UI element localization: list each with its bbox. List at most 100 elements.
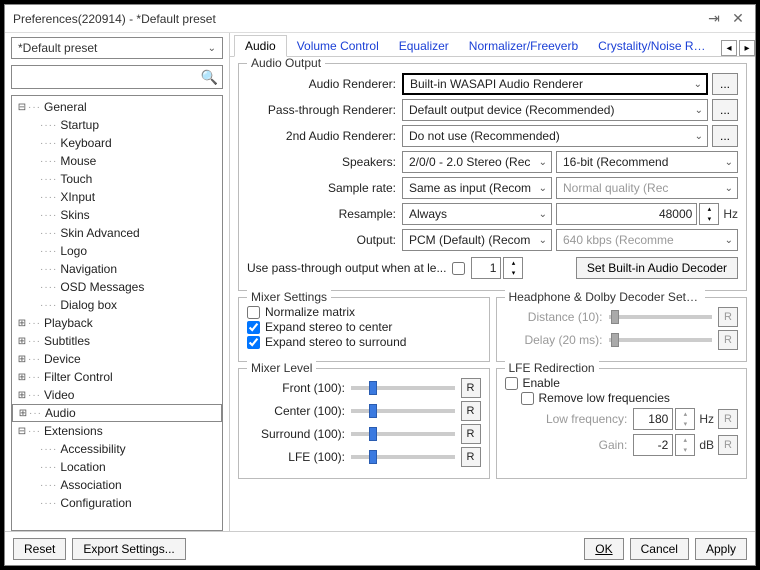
tab-crystality[interactable]: Crystality/Noise Redu	[588, 36, 719, 56]
preset-dropdown[interactable]: *Default preset ⌄	[11, 37, 223, 59]
dropdown-bitdepth[interactable]: 16-bit (Recommend⌄	[556, 151, 738, 173]
step-up-icon[interactable]: ▴	[676, 435, 694, 445]
tree-item[interactable]: ····OSD Messages	[12, 278, 222, 296]
slider-thumb[interactable]	[369, 404, 377, 418]
slider-thumb[interactable]	[611, 333, 619, 347]
dropdown-samplerate[interactable]: Same as input (Recom⌄	[402, 177, 552, 199]
dropdown-output[interactable]: PCM (Default) (Recom⌄	[402, 229, 552, 251]
slider-lfe[interactable]	[351, 455, 455, 459]
tree-item[interactable]: ····XInput	[12, 188, 222, 206]
tree-item[interactable]: ····Touch	[12, 170, 222, 188]
category-tree[interactable]: ⊟···General ····Startup ····Keyboard ···…	[11, 95, 223, 531]
export-button[interactable]: Export Settings...	[72, 538, 185, 560]
renderer-more-button[interactable]: ...	[712, 73, 738, 95]
tree-item[interactable]: ····Configuration	[12, 494, 222, 512]
tab-equalizer[interactable]: Equalizer	[389, 36, 459, 56]
apply-button[interactable]: Apply	[695, 538, 747, 560]
slider-surround[interactable]	[351, 432, 455, 436]
step-up-icon[interactable]: ▴	[700, 204, 718, 214]
chk-remove-low[interactable]: Remove low frequencies	[521, 391, 739, 405]
tree-item-device[interactable]: ⊞···Device	[12, 350, 222, 368]
tab-normalizer[interactable]: Normalizer/Freeverb	[459, 36, 588, 56]
tree-item[interactable]: ····Skin Advanced	[12, 224, 222, 242]
tab-audio[interactable]: Audio	[234, 35, 287, 57]
chk-expand-center[interactable]: Expand stereo to center	[247, 320, 481, 334]
passthrough-checkbox[interactable]	[452, 262, 465, 275]
resample-hz-stepper[interactable]: ▴▾	[699, 203, 719, 225]
dropdown-resample[interactable]: Always⌄	[402, 203, 552, 225]
dropdown-passthrough[interactable]: Default output device (Recommended)⌄	[402, 99, 708, 121]
passthrough-stepper[interactable]: ▴▾	[503, 257, 523, 279]
expand-icon[interactable]: ⊞	[16, 354, 28, 365]
dropdown-bitrate[interactable]: 640 kbps (Recomme⌄	[556, 229, 738, 251]
step-down-icon[interactable]: ▾	[700, 214, 718, 224]
tree-item[interactable]: ····Location	[12, 458, 222, 476]
slider-thumb[interactable]	[611, 310, 619, 324]
tree-item[interactable]: ····Logo	[12, 242, 222, 260]
expand-icon[interactable]: ⊞	[16, 372, 28, 383]
slider-thumb[interactable]	[369, 381, 377, 395]
step-down-icon[interactable]: ▾	[676, 419, 694, 429]
tree-item[interactable]: ····Mouse	[12, 152, 222, 170]
reset-center-button[interactable]: R	[461, 401, 481, 421]
lowfreq-stepper[interactable]: ▴▾	[675, 408, 695, 430]
search-icon[interactable]: 🔍	[201, 69, 218, 86]
expand-icon[interactable]: ⊞	[17, 408, 29, 419]
reset-button[interactable]: Reset	[13, 538, 66, 560]
collapse-icon[interactable]: ⊟	[16, 426, 28, 437]
resample-hz-input[interactable]: 48000	[556, 203, 697, 225]
reset-surround-button[interactable]: R	[461, 424, 481, 444]
lowfreq-input[interactable]: 180	[633, 408, 673, 430]
reset-distance-button[interactable]: R	[718, 307, 738, 327]
tree-item[interactable]: ····Skins	[12, 206, 222, 224]
tree-item-audio[interactable]: ⊞···Audio	[12, 404, 222, 422]
tree-item[interactable]: ····Dialog box	[12, 296, 222, 314]
passthrough-num-input[interactable]: 1	[471, 257, 501, 279]
dropdown-speakers[interactable]: 2/0/0 - 2.0 Stereo (Rec⌄	[402, 151, 552, 173]
slider-center[interactable]	[351, 409, 455, 413]
tab-volume[interactable]: Volume Control	[287, 36, 389, 56]
slider-thumb[interactable]	[369, 450, 377, 464]
dropdown-quality[interactable]: Normal quality (Rec⌄	[556, 177, 738, 199]
slider-delay[interactable]	[609, 338, 713, 342]
cancel-button[interactable]: Cancel	[630, 538, 689, 560]
step-down-icon[interactable]: ▾	[504, 268, 522, 278]
slider-distance[interactable]	[609, 315, 713, 319]
tab-scroll-left[interactable]: ◂	[721, 40, 737, 56]
tree-item-general[interactable]: ⊟···General	[12, 98, 222, 116]
tab-scroll-right[interactable]: ▸	[739, 40, 755, 56]
search-input[interactable]	[16, 70, 201, 84]
dropdown-second-renderer[interactable]: Do not use (Recommended)⌄	[402, 125, 708, 147]
passthrough-more-button[interactable]: ...	[712, 99, 738, 121]
tree-item-filter[interactable]: ⊞···Filter Control	[12, 368, 222, 386]
reset-gain-button[interactable]: R	[718, 435, 738, 455]
set-decoder-button[interactable]: Set Built-in Audio Decoder	[576, 257, 738, 279]
expand-icon[interactable]: ⊞	[16, 336, 28, 347]
reset-front-button[interactable]: R	[461, 378, 481, 398]
gain-stepper[interactable]: ▴▾	[675, 434, 695, 456]
chk-expand-surround[interactable]: Expand stereo to surround	[247, 335, 481, 349]
reset-delay-button[interactable]: R	[718, 330, 738, 350]
chk-lfe-enable[interactable]: Enable	[505, 376, 739, 390]
tree-item-playback[interactable]: ⊞···Playback	[12, 314, 222, 332]
close-icon[interactable]: ✕	[729, 10, 747, 28]
reset-lfe-button[interactable]: R	[461, 447, 481, 467]
step-up-icon[interactable]: ▴	[504, 258, 522, 268]
tree-item[interactable]: ····Keyboard	[12, 134, 222, 152]
expand-icon[interactable]: ⊞	[16, 390, 28, 401]
second-more-button[interactable]: ...	[712, 125, 738, 147]
tree-item-video[interactable]: ⊞···Video	[12, 386, 222, 404]
tree-item-subtitles[interactable]: ⊞···Subtitles	[12, 332, 222, 350]
tree-item[interactable]: ····Accessibility	[12, 440, 222, 458]
step-up-icon[interactable]: ▴	[676, 409, 694, 419]
tree-item[interactable]: ····Navigation	[12, 260, 222, 278]
slider-thumb[interactable]	[369, 427, 377, 441]
reset-lowfreq-button[interactable]: R	[718, 409, 738, 429]
pin-icon[interactable]: ⇥	[705, 10, 723, 28]
gain-input[interactable]: -2	[633, 434, 673, 456]
dropdown-renderer[interactable]: Built-in WASAPI Audio Renderer⌄	[402, 73, 708, 95]
chk-normalize[interactable]: Normalize matrix	[247, 305, 481, 319]
ok-button[interactable]: OK	[584, 538, 623, 560]
collapse-icon[interactable]: ⊟	[16, 102, 28, 113]
tree-item[interactable]: ····Startup	[12, 116, 222, 134]
